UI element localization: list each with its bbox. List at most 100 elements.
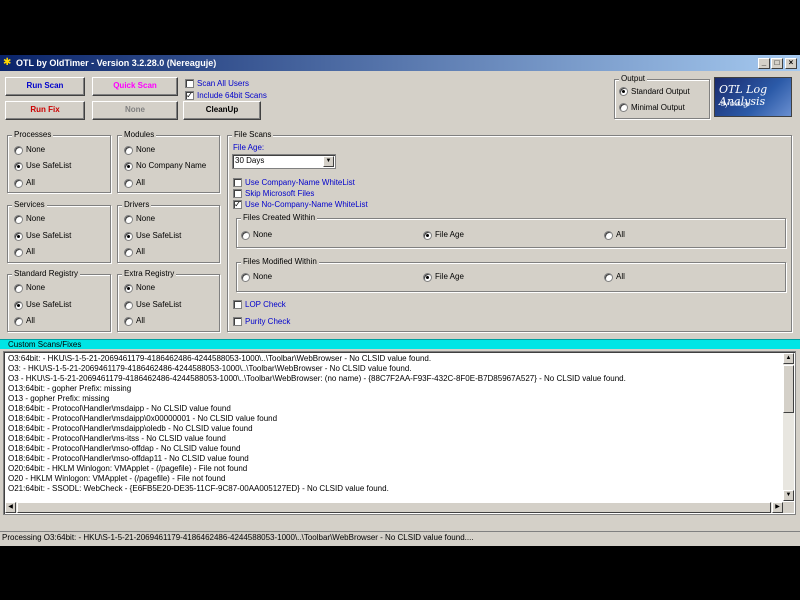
minimize-icon[interactable]: _ [758,58,770,69]
extra-registry-safelist-radio[interactable] [124,301,133,310]
modules-all-radio[interactable] [124,179,133,188]
scan-all-users-checkbox[interactable] [185,79,194,88]
extra-registry-title: Extra Registry [122,269,177,279]
minimal-output-label: Minimal Output [631,103,685,112]
output-group-title: Output [619,74,648,84]
log-line: O3:64bit: - HKU\S-1-5-21-2069461179-4186… [8,354,432,363]
scan-all-users-label: Scan All Users [197,79,250,88]
app-icon: ✱ [3,57,12,68]
custom-scans-bar[interactable]: Custom Scans/Fixes [0,339,800,349]
file-scans-group: File Scans File Age: 30 Days ▼ Use Compa… [227,130,792,332]
run-fix-button[interactable]: Run Fix [5,101,85,120]
window-title: OTL by OldTimer - Version 3.2.28.0 (Nere… [16,58,217,68]
close-icon[interactable]: × [785,58,797,69]
drivers-all-radio[interactable] [124,248,133,257]
extra-registry-all-radio[interactable] [124,317,133,326]
modules-no-company-label: No Company Name [136,161,207,170]
scroll-up-icon[interactable]: ▲ [783,353,794,364]
scroll-corner [783,502,794,513]
services-safelist-label: Use SafeList [26,231,72,240]
drivers-title: Drivers [122,200,152,210]
modified-none-radio[interactable] [241,273,250,282]
created-file-age-radio[interactable] [423,231,432,240]
standard-registry-all-label: All [26,316,35,325]
modules-title: Modules [122,130,157,140]
drivers-safelist-radio[interactable] [124,232,133,241]
log-line: O13 - gopher Prefix: missing [8,394,110,403]
vertical-scroll-thumb[interactable] [783,365,794,413]
purity-check-checkbox[interactable] [233,317,242,326]
created-file-age-label: File Age [435,230,464,239]
custom-scans-title: Custom Scans/Fixes [8,340,82,349]
drivers-safelist-label: Use SafeList [136,231,182,240]
maximize-icon[interactable]: □ [771,58,783,69]
none-button[interactable]: None [92,101,178,120]
processes-all-label: All [26,178,35,187]
otl-log-analysis-logo[interactable]: OTL Log Analysis By OldLow [714,77,792,117]
output-group: Output Standard Output Minimal Output [614,74,710,119]
skip-microsoft-checkbox[interactable] [233,189,242,198]
modified-file-age-radio[interactable] [423,273,432,282]
custom-scans-log[interactable]: O3:64bit: - HKU\S-1-5-21-2069461179-4186… [3,351,796,515]
extra-registry-all-label: All [136,316,145,325]
extra-registry-group: Extra Registry None Use SafeList All [117,269,220,332]
modified-file-age-label: File Age [435,272,464,281]
log-line: O18:64bit: - Protocol\Handler\ms-itss - … [8,434,226,443]
processes-safelist-radio[interactable] [14,162,23,171]
standard-registry-safelist-label: Use SafeList [26,300,72,309]
processes-all-radio[interactable] [14,179,23,188]
created-none-radio[interactable] [241,231,250,240]
title-bar[interactable]: ✱ OTL by OldTimer - Version 3.2.28.0 (Ne… [0,55,800,71]
purity-check-label: Purity Check [245,317,291,326]
run-scan-button[interactable]: Run Scan [5,77,85,96]
log-horizontal-scrollbar[interactable]: ◀ ▶ [5,502,783,513]
processes-none-radio[interactable] [14,146,23,155]
lop-check-checkbox[interactable] [233,300,242,309]
log-vertical-scrollbar[interactable]: ▲ ▼ [783,353,794,501]
scroll-left-icon[interactable]: ◀ [5,502,16,513]
cleanup-button[interactable]: CleanUp [183,101,261,120]
log-line: O21:64bit: - SSODL: WebCheck - {E6FB5E20… [8,484,389,493]
log-line: O18:64bit: - Protocol\Handler\msdaipp\0x… [8,414,278,423]
modified-none-label: None [253,272,273,281]
chevron-down-icon[interactable]: ▼ [323,156,334,167]
logo-subtitle: By OldLow [721,102,751,108]
modules-none-radio[interactable] [124,146,133,155]
standard-registry-all-radio[interactable] [14,317,23,326]
no-company-whitelist-checkbox[interactable]: ✓ [233,200,242,209]
processes-none-label: None [26,145,46,154]
drivers-none-radio[interactable] [124,215,133,224]
scroll-right-icon[interactable]: ▶ [772,502,783,513]
standard-registry-none-radio[interactable] [14,284,23,293]
minimal-output-radio[interactable] [619,103,628,112]
company-whitelist-checkbox[interactable] [233,178,242,187]
horizontal-scroll-thumb[interactable] [17,502,771,513]
extra-registry-none-radio[interactable] [124,284,133,293]
created-all-radio[interactable] [604,231,613,240]
services-all-radio[interactable] [14,248,23,257]
drivers-group: Drivers None Use SafeList All [117,200,220,263]
processes-group: Processes None Use SafeList All [7,130,111,193]
services-none-radio[interactable] [14,215,23,224]
files-modified-title: Files Modified Within [241,257,319,267]
file-age-select[interactable]: 30 Days ▼ [232,154,336,169]
quick-scan-button[interactable]: Quick Scan [92,77,178,96]
skip-microsoft-label: Skip Microsoft Files [245,189,315,198]
status-bar: Processing O3:64bit: - HKU\S-1-5-21-2069… [0,531,800,544]
services-safelist-radio[interactable] [14,232,23,241]
include-64bit-checkbox[interactable]: ✓ [185,91,194,100]
services-title: Services [12,200,47,210]
company-whitelist-label: Use Company-Name WhiteList [245,178,355,187]
modified-all-radio[interactable] [604,273,613,282]
scroll-down-icon[interactable]: ▼ [783,490,794,501]
lop-check-label: LOP Check [245,300,286,309]
modules-all-label: All [136,178,145,187]
log-line: O20 - HKLM Winlogon: VMApplet - (/pagefi… [8,474,226,483]
log-line: O3 - HKU\S-1-5-21-2069461179-4186462486-… [8,374,626,383]
standard-output-radio[interactable] [619,87,628,96]
processes-safelist-label: Use SafeList [26,161,72,170]
extra-registry-safelist-label: Use SafeList [136,300,182,309]
include-64bit-label: Include 64bit Scans [197,91,267,100]
standard-registry-safelist-radio[interactable] [14,301,23,310]
modules-no-company-radio[interactable] [124,162,133,171]
